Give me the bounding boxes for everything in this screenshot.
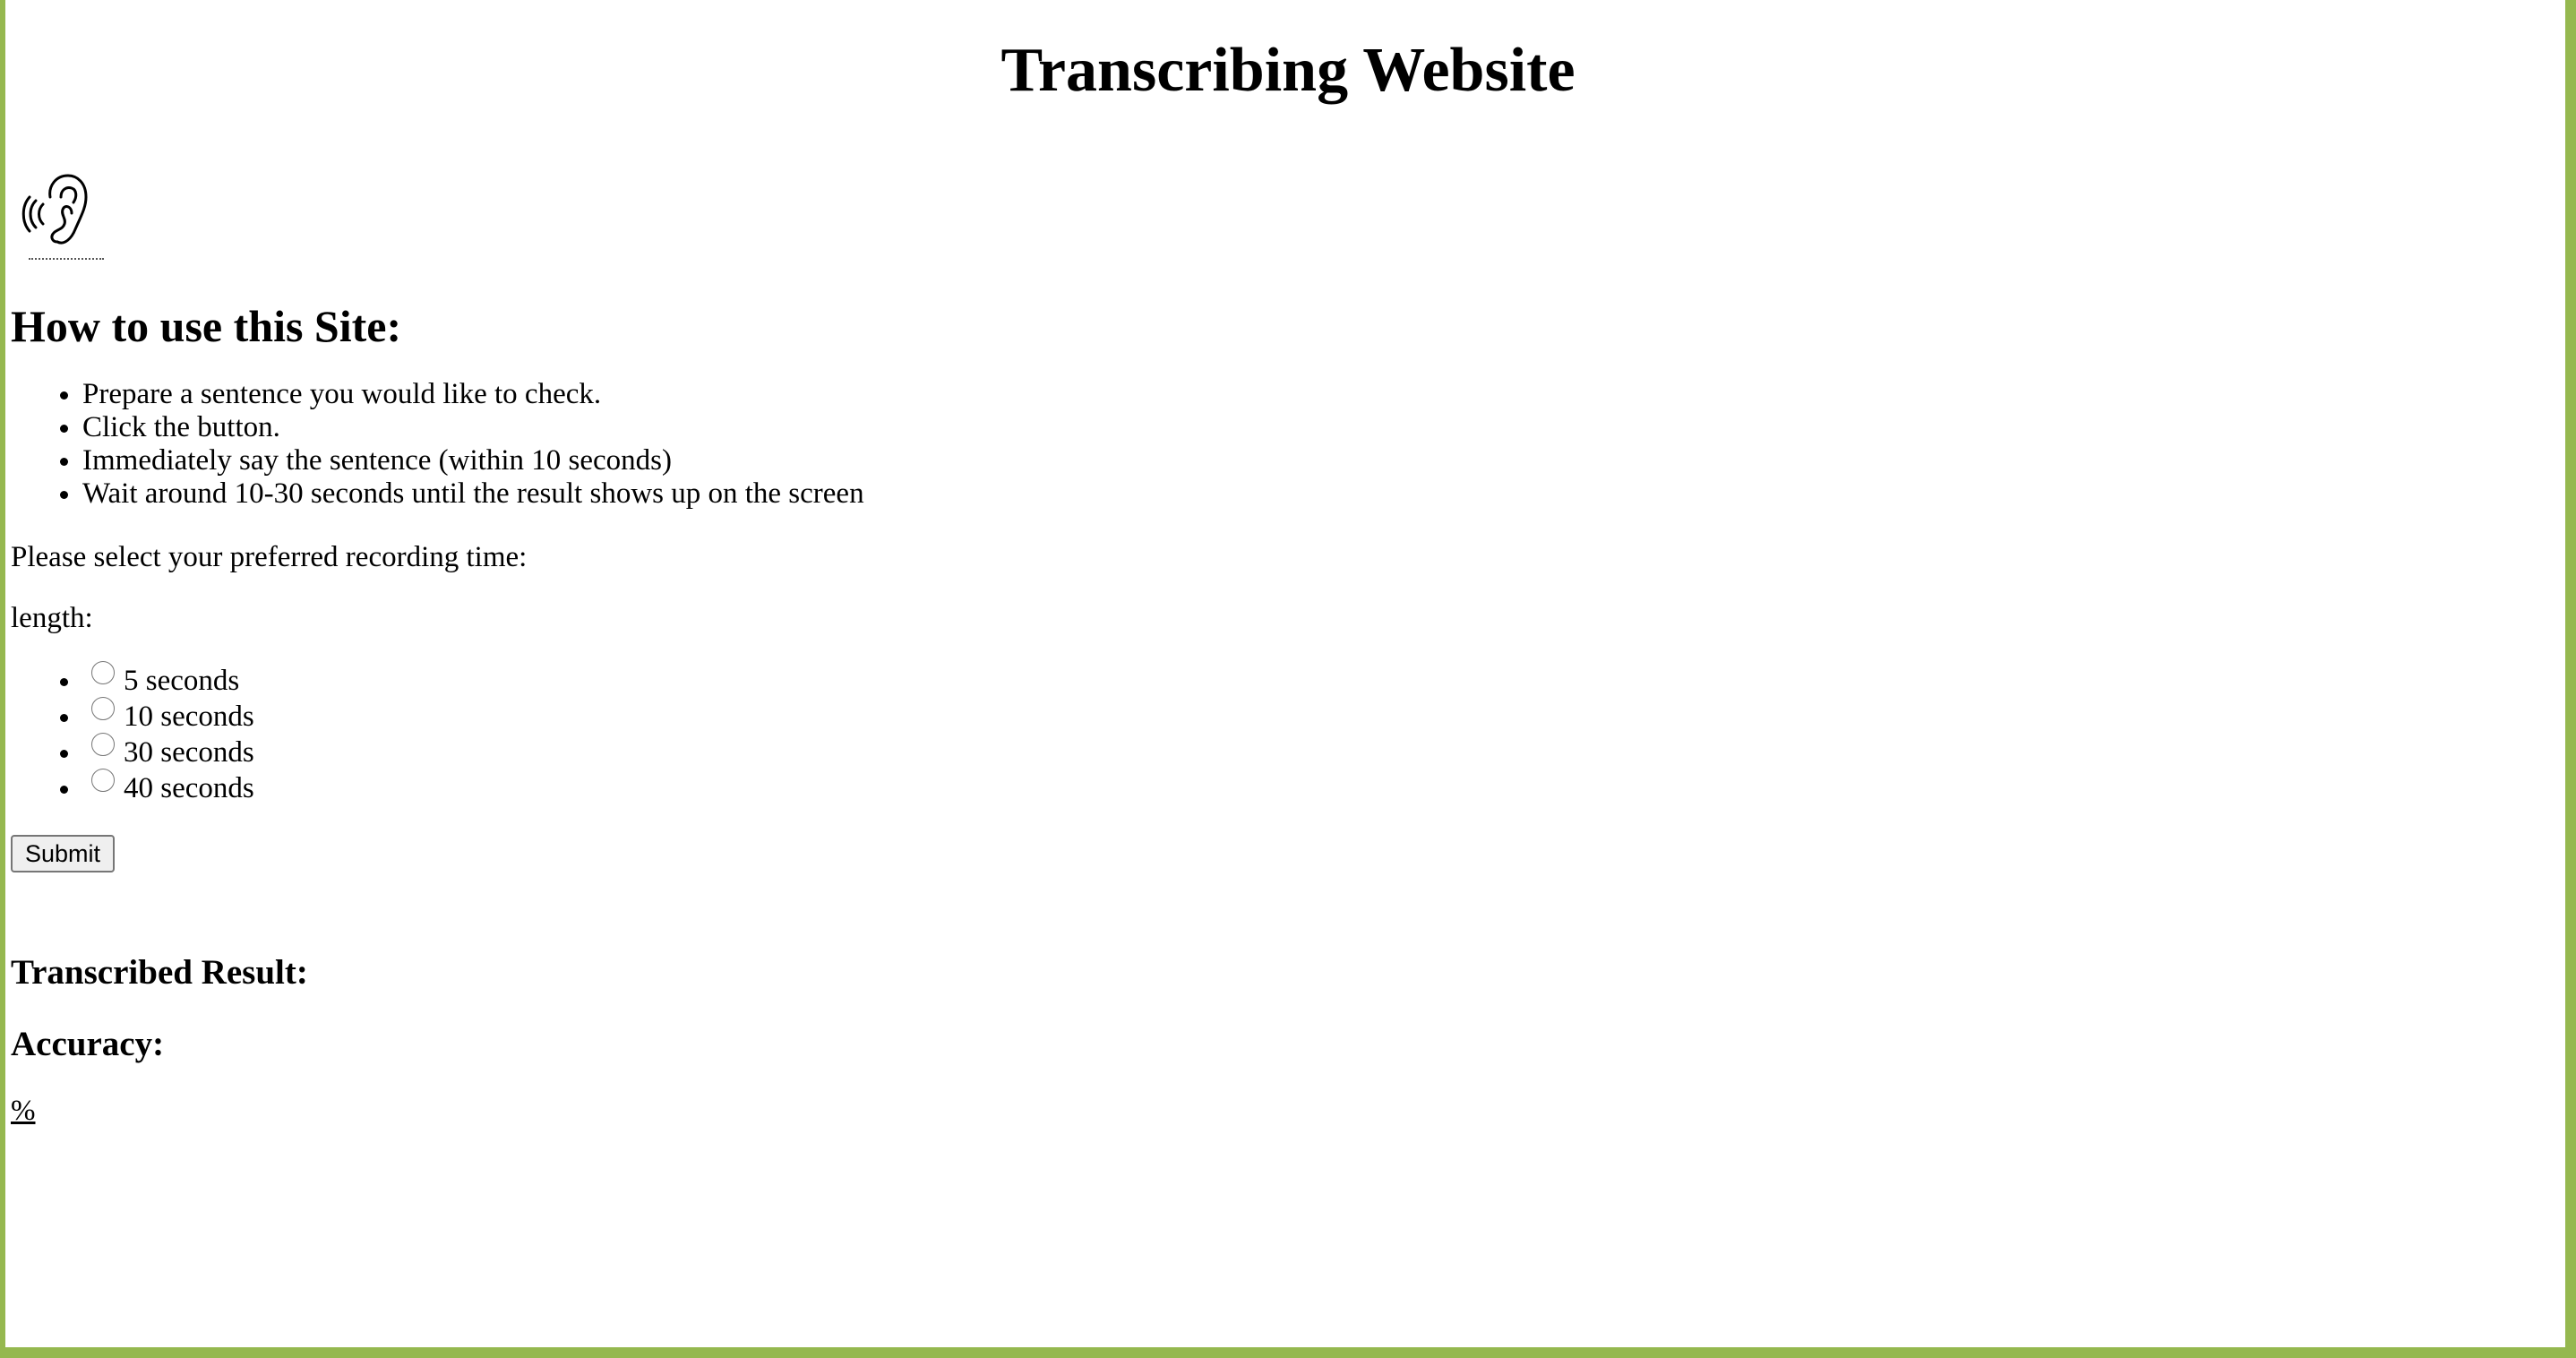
transcribed-result-heading: Transcribed Result: [11, 953, 308, 992]
radio-5-seconds[interactable] [91, 661, 115, 684]
accuracy-heading: Accuracy: [11, 1025, 165, 1063]
page-title: Transcribing Website [1000, 36, 1576, 105]
list-item: 5 seconds [82, 661, 2565, 699]
logo [21, 170, 104, 265]
option-30-seconds[interactable]: 30 seconds [82, 733, 254, 769]
option-5-seconds[interactable]: 5 seconds [82, 661, 240, 697]
recording-length-options: 5 seconds 10 seconds 30 seconds 40 secon… [11, 661, 2565, 806]
option-label: 40 seconds [124, 772, 254, 804]
list-item: Prepare a sentence you would like to che… [82, 378, 2565, 411]
option-40-seconds[interactable]: 40 seconds [82, 769, 254, 804]
option-10-seconds[interactable]: 10 seconds [82, 697, 254, 733]
radio-10-seconds[interactable] [91, 697, 115, 720]
option-label: 10 seconds [124, 700, 254, 733]
page-frame: Transcribing Website How to use this Sit… [0, 0, 2576, 1358]
list-item: 30 seconds [82, 733, 2565, 770]
submit-button[interactable]: Submit [11, 835, 116, 872]
list-item: 10 seconds [82, 697, 2565, 735]
list-item: Wait around 10-30 seconds until the resu… [82, 477, 2565, 511]
radio-30-seconds[interactable] [91, 733, 115, 756]
radio-40-seconds[interactable] [91, 769, 115, 792]
recording-time-prompt: Please select your preferred recording t… [11, 541, 528, 573]
list-item: Click the button. [82, 411, 2565, 444]
instructions-list: Prepare a sentence you would like to che… [11, 378, 2565, 511]
list-item: 40 seconds [82, 769, 2565, 806]
option-label: 30 seconds [124, 736, 254, 769]
accuracy-value-link[interactable]: % [11, 1095, 36, 1128]
instructions-heading: How to use this Site: [11, 301, 402, 351]
list-item: Immediately say the sentence (within 10 … [82, 444, 2565, 477]
ear-sound-icon [21, 174, 88, 245]
submit-wrap: Submit [11, 835, 2565, 872]
logo-caption-line [29, 258, 104, 263]
option-label: 5 seconds [124, 665, 240, 697]
length-label: length: [11, 602, 93, 634]
